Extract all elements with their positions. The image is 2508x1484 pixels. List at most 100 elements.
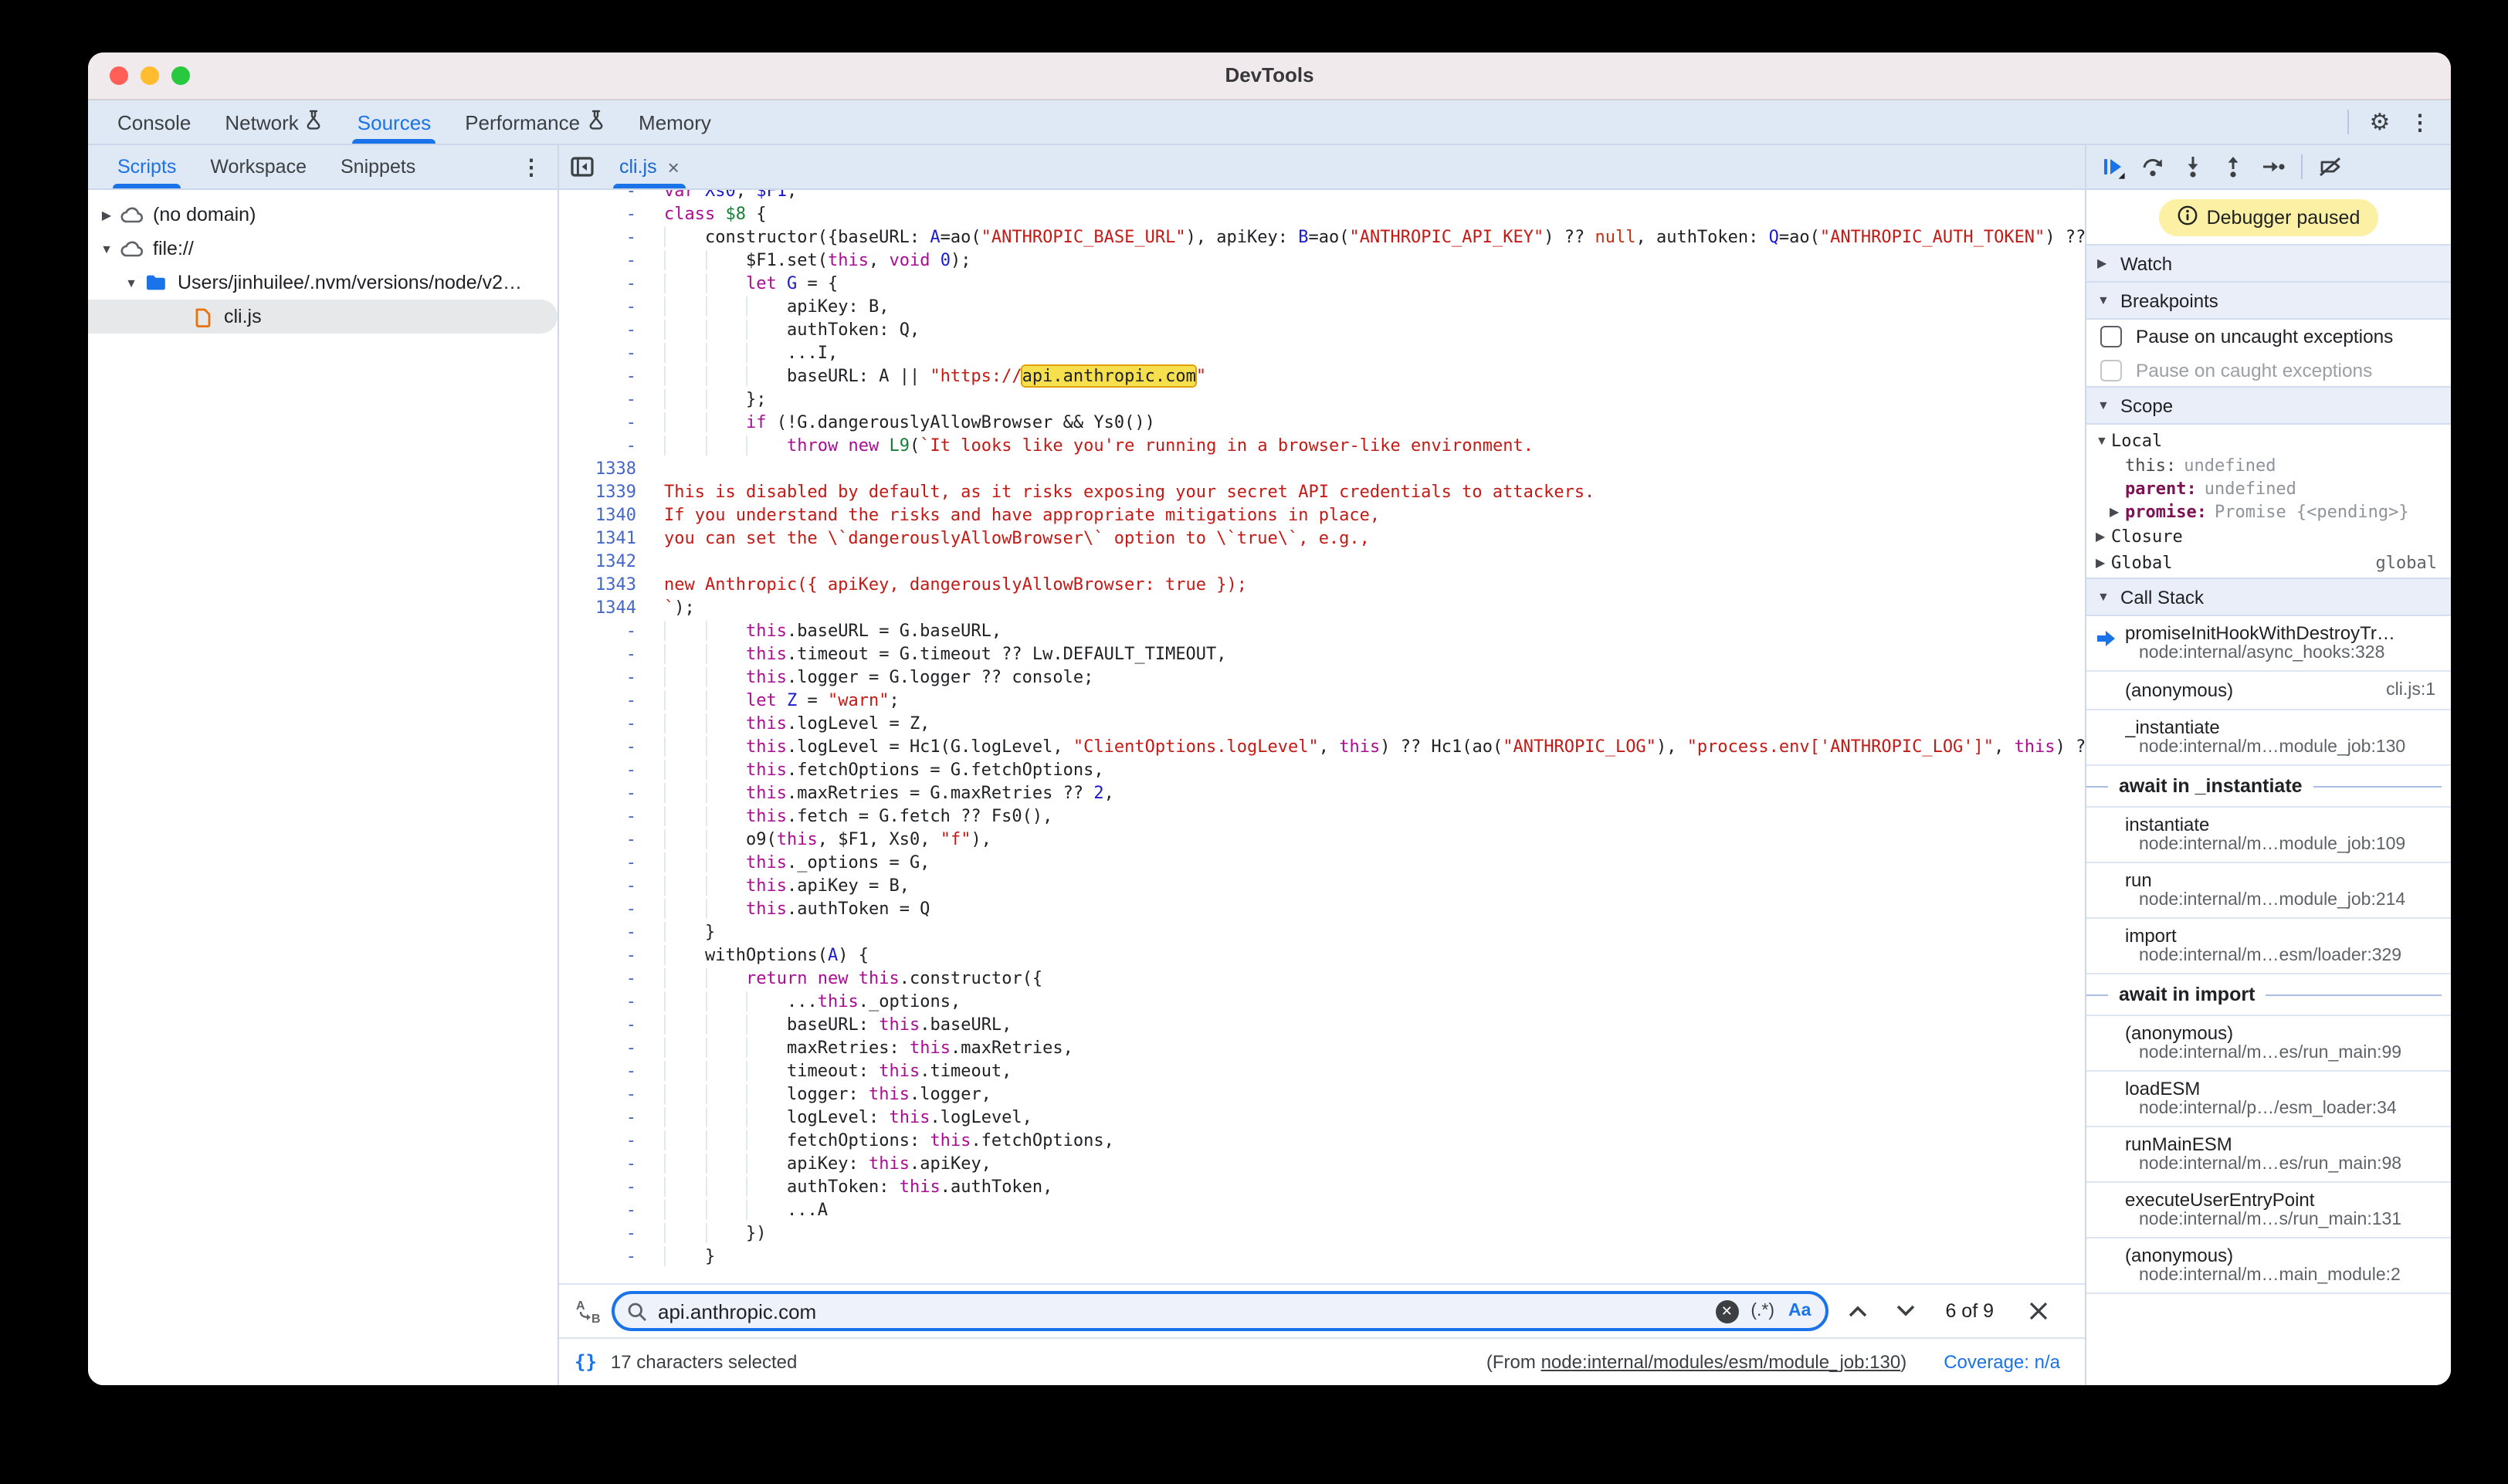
source-map-link[interactable]: node:internal/modules/esm/module_job:130: [1541, 1351, 1901, 1373]
line-number: -: [559, 1059, 655, 1083]
scope-group-closure[interactable]: ▶Closure: [2086, 523, 2451, 550]
code-line: - authToken: this.authToken,: [559, 1175, 2085, 1198]
line-number: -: [559, 874, 655, 897]
section-watch[interactable]: ▶ Watch: [2086, 244, 2451, 283]
line-number: -: [559, 202, 655, 225]
checkbox[interactable]: [2100, 360, 2122, 381]
scope-entry[interactable]: parent:undefined: [2086, 477, 2451, 500]
code-line: - baseURL: this.baseURL,: [559, 1013, 2085, 1036]
line-number: -: [559, 295, 655, 318]
scope-group-label: Global: [2111, 553, 2173, 573]
match-case-toggle[interactable]: Aa: [1788, 1302, 1811, 1320]
desktop: DevTools ConsoleNetworkSourcesPerformanc…: [0, 0, 2508, 1484]
scope-value: Promise {<pending>}: [2215, 502, 2409, 522]
line-number: -: [559, 805, 655, 828]
step-icon[interactable]: [2253, 147, 2293, 187]
code-line: - this.fetch = G.fetch ?? Fs0(),: [559, 805, 2085, 828]
breakpoint-option[interactable]: Pause on caught exceptions: [2086, 354, 2451, 388]
search-query[interactable]: api.anthropic.com: [658, 1299, 1715, 1323]
navigator-more-options-icon[interactable]: ⋮: [517, 148, 545, 185]
scope-key: parent:: [2125, 479, 2197, 499]
tree-item-cli-js[interactable]: cli.js: [88, 300, 558, 334]
deactivate-breakpoints-icon[interactable]: [2310, 147, 2350, 187]
line-number: -: [559, 944, 655, 967]
tab-console[interactable]: Console: [100, 100, 208, 144]
tab-sources[interactable]: Sources: [341, 100, 448, 144]
collapse-navigator-button[interactable]: [559, 145, 605, 188]
navigator-tab-snippets[interactable]: Snippets: [324, 145, 432, 188]
tab-label: Snippets: [341, 156, 415, 178]
regex-toggle[interactable]: (.*): [1751, 1302, 1774, 1320]
navigator-tab-workspace[interactable]: Workspace: [193, 145, 324, 188]
editor-tab-cli-js[interactable]: cli.js ×: [605, 145, 693, 188]
debugger-status-row: Debugger paused: [2086, 190, 2451, 246]
next-match-icon[interactable]: [1886, 1293, 1923, 1330]
stack-frame[interactable]: loadESMnode:internal/p…/esm_loader:34: [2086, 1072, 2451, 1127]
line-number: -: [559, 388, 655, 411]
replace-toggle-icon[interactable]: AB: [571, 1296, 605, 1326]
coverage-link[interactable]: Coverage: n/a: [1944, 1351, 2060, 1373]
stack-frame[interactable]: runMainESMnode:internal/m…es/run_main:98: [2086, 1127, 2451, 1183]
section-breakpoints[interactable]: ▼ Breakpoints: [2086, 281, 2451, 320]
frame-location: node:internal/p…/esm_loader:34: [2139, 1099, 2445, 1118]
frame-location: node:internal/async_hooks:328: [2139, 644, 2445, 662]
section-call-stack[interactable]: ▼ Call Stack: [2086, 578, 2451, 616]
stack-frame[interactable]: runnode:internal/m…module_job:214: [2086, 863, 2451, 919]
close-find-bar-icon[interactable]: [2020, 1293, 2057, 1330]
disclosure-triangle-icon: ▼: [2097, 590, 2111, 604]
tree-item-label: cli.js: [224, 306, 262, 327]
line-number: -: [559, 781, 655, 805]
search-input[interactable]: api.anthropic.com ✕ (.*) Aa: [612, 1291, 1828, 1331]
stack-frame[interactable]: instantiatenode:internal/m…module_job:10…: [2086, 808, 2451, 863]
stack-frame[interactable]: (anonymous)cli.js:1: [2086, 672, 2451, 710]
scope-group-local[interactable]: ▼Local: [2086, 428, 2451, 454]
tab-network[interactable]: Network: [208, 100, 340, 144]
frame-name: (anonymous): [2125, 1245, 2445, 1266]
navigator-tab-scripts[interactable]: Scripts: [100, 145, 193, 188]
code-line: - baseURL: A || "https://api.anthropic.c…: [559, 364, 2085, 388]
find-bar: AB api.anthropic.com ✕ (.*) Aa: [559, 1283, 2085, 1337]
tree-item-label: file://: [153, 238, 194, 259]
navigator-sidebar: ScriptsWorkspaceSnippets ⋮ ▶(no domain)▼…: [88, 145, 559, 1385]
pretty-print-icon[interactable]: {}: [574, 1351, 597, 1373]
tab-memory[interactable]: Memory: [622, 100, 728, 144]
step-over-icon[interactable]: [2133, 147, 2173, 187]
section-scope[interactable]: ▼ Scope: [2086, 386, 2451, 425]
code-editor[interactable]: -var Xs0, $F1;-class $8 {- constructor({…: [559, 190, 2085, 1283]
line-number: -: [559, 1083, 655, 1106]
tree-item-users-jinhuilee-nvm-versions-node-v2-[interactable]: ▼Users/jinhuilee/.nvm/versions/node/v2…: [88, 266, 558, 300]
code-line: - return new this.constructor({: [559, 967, 2085, 990]
tree-item--no-domain-[interactable]: ▶(no domain): [88, 198, 558, 232]
stack-frame[interactable]: importnode:internal/m…esm/loader:329: [2086, 919, 2451, 974]
clear-icon[interactable]: ✕: [1715, 1299, 1738, 1323]
scope-entry[interactable]: ▶promise:Promise {<pending>}: [2086, 500, 2451, 523]
stack-frame[interactable]: promiseInitHookWithDestroyTr…node:intern…: [2086, 616, 2451, 672]
more-options-icon[interactable]: ⋮: [2401, 103, 2439, 141]
tree-item-file-[interactable]: ▼file://: [88, 232, 558, 266]
breakpoint-option[interactable]: Pause on uncaught exceptions: [2086, 320, 2451, 354]
line-number: -: [559, 1106, 655, 1129]
frame-location: node:internal/m…es/run_main:98: [2139, 1155, 2445, 1174]
code-line: 1341you can set the \`dangerouslyAllowBr…: [559, 527, 2085, 550]
settings-gear-icon[interactable]: ⚙: [2361, 103, 2398, 141]
frame-location: node:internal/m…main_module:2: [2139, 1266, 2445, 1285]
tab-performance[interactable]: Performance: [448, 100, 622, 144]
stack-frame[interactable]: _instantiatenode:internal/m…module_job:1…: [2086, 710, 2451, 766]
line-number: -: [559, 411, 655, 434]
line-number: -: [559, 364, 655, 388]
scope-entry[interactable]: this:undefined: [2086, 454, 2451, 477]
previous-match-icon[interactable]: [1839, 1293, 1876, 1330]
match-count: 6 of 9: [1945, 1300, 1994, 1322]
svg-text:A: A: [576, 1299, 585, 1313]
step-into-icon[interactable]: [2173, 147, 2213, 187]
stack-frame[interactable]: (anonymous)node:internal/m…main_module:2: [2086, 1238, 2451, 1294]
scope-key: promise:: [2125, 502, 2207, 522]
step-out-icon[interactable]: [2213, 147, 2253, 187]
close-tab-icon[interactable]: ×: [668, 155, 680, 178]
checkbox[interactable]: [2100, 326, 2122, 347]
stack-frame[interactable]: (anonymous)node:internal/m…es/run_main:9…: [2086, 1016, 2451, 1072]
resume-script-icon[interactable]: [2093, 147, 2133, 187]
stack-frame[interactable]: executeUserEntryPointnode:internal/m…s/r…: [2086, 1183, 2451, 1238]
async-boundary-label: await in _instantiate: [2086, 766, 2451, 808]
scope-group-global[interactable]: ▶Globalglobal: [2086, 550, 2451, 576]
